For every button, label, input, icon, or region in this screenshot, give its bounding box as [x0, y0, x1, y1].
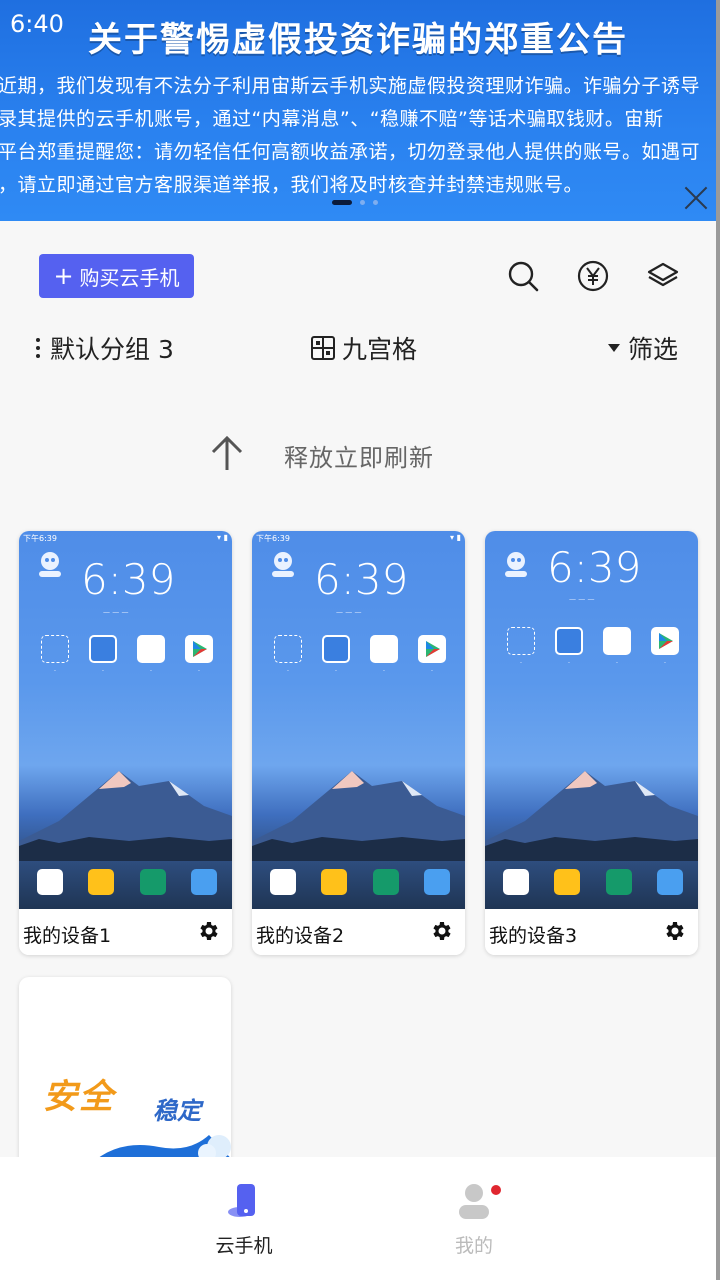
- banner-line: 近期，我们发现有不法分子利用宙斯云手机实施虚假投资理财诈骗。诈骗分子诱导: [0, 75, 701, 97]
- app-add-icon: ·: [501, 627, 541, 667]
- device-screenshot[interactable]: 下午6:39 ▾ ▮ 6:39 — — — · · · ·: [252, 531, 465, 909]
- app-transfer-icon: ·: [364, 635, 404, 675]
- gear-icon[interactable]: [662, 919, 686, 943]
- caret-down-icon: [607, 344, 620, 352]
- person-icon: [459, 1184, 489, 1219]
- app-add-icon: ·: [268, 635, 308, 675]
- device-name: 我的设备2: [256, 925, 345, 947]
- device-name: 我的设备3: [489, 925, 578, 947]
- device-dock: [37, 869, 217, 895]
- mountain-wallpaper: [19, 771, 232, 861]
- arrow-up-icon: [211, 435, 243, 470]
- app-store-icon: ·: [316, 635, 356, 675]
- filter-button[interactable]: 筛选: [607, 330, 678, 366]
- grid-label: 九宫格: [342, 335, 418, 364]
- robot-icon: [505, 552, 527, 577]
- mini-status-icons: ▾ ▮: [450, 533, 461, 542]
- device-apps: · · · ·: [501, 627, 685, 667]
- buy-button-label: 购买云手机: [79, 265, 180, 290]
- device-apps: · · · ·: [268, 635, 452, 675]
- close-icon[interactable]: [680, 182, 712, 214]
- carousel-dot: [373, 200, 378, 205]
- yuan-icon[interactable]: [576, 259, 610, 293]
- mini-status-time: 下午6:39: [23, 534, 57, 543]
- app-store-icon: ·: [549, 627, 589, 667]
- grid-icon: [311, 336, 335, 360]
- banner-body: 近期，我们发现有不法分子利用宙斯云手机实施虚假投资理财诈骗。诈骗分子诱导 录其提…: [0, 70, 716, 202]
- device-apps: · · · ·: [35, 635, 219, 675]
- device-dock: [270, 869, 450, 895]
- device-screenshot[interactable]: 下午6:39 ▾ ▮ 6:39 — — — · · · ·: [19, 531, 232, 909]
- device-clock: 6:39: [81, 555, 176, 604]
- banner-title: 关于警惕虚假投资诈骗的郑重公告: [88, 20, 628, 60]
- layers-icon[interactable]: [646, 259, 680, 293]
- robot-icon: [39, 552, 61, 577]
- mountain-wallpaper: [252, 771, 465, 861]
- more-vert-icon: [36, 338, 40, 358]
- carousel-dot-active: [332, 200, 352, 205]
- filter-row: 默认分组 3 九宫格 筛选: [0, 330, 716, 370]
- filter-label: 筛选: [627, 335, 678, 364]
- promo-card[interactable]: 安全 稳定: [19, 977, 231, 1177]
- device-name: 我的设备1: [23, 925, 112, 947]
- search-icon[interactable]: [506, 259, 540, 293]
- mini-status-icons: ▾ ▮: [217, 533, 228, 542]
- buy-cloud-phone-button[interactable]: + 购买云手机: [39, 254, 194, 298]
- gear-icon[interactable]: [429, 919, 453, 943]
- device-date: — — —: [336, 608, 362, 616]
- device-card[interactable]: 6:39 — — — · · · · 我的设备3: [485, 531, 698, 955]
- nav-mine[interactable]: 我的: [414, 1181, 534, 1258]
- device-card[interactable]: 下午6:39 ▾ ▮ 6:39 — — — · · · · 我的设备2: [252, 531, 465, 955]
- pull-refresh-indicator: 释放立即刷新: [0, 432, 716, 476]
- bottom-nav: 云手机 我的: [0, 1157, 716, 1280]
- notification-badge: [491, 1185, 501, 1195]
- device-dock: [503, 869, 683, 895]
- group-selector[interactable]: 默认分组 3: [36, 330, 174, 366]
- phone-icon: [228, 1184, 255, 1217]
- play-store-icon: ·: [412, 635, 452, 675]
- promo-text-safe: 安全: [43, 1077, 115, 1117]
- carousel-indicator: [332, 200, 378, 205]
- device-screenshot[interactable]: 6:39 — — — · · · ·: [485, 531, 698, 909]
- device-clock: 6:39: [314, 555, 409, 604]
- app-transfer-icon: ·: [597, 627, 637, 667]
- banner-line: 录其提供的云手机账号，通过“内幕消息”、“稳赚不赔”等话术骗取钱财。宙斯: [0, 108, 664, 130]
- device-clock: 6:39: [547, 543, 642, 592]
- device-card-footer: 我的设备1: [19, 909, 232, 955]
- banner-line: ，请立即通过官方客服渠道举报，我们将及时核查并封禁违规账号。: [0, 174, 584, 196]
- play-store-icon: ·: [179, 635, 219, 675]
- refresh-text: 释放立即刷新: [284, 444, 434, 472]
- app-store-icon: ·: [83, 635, 123, 675]
- nav-label: 我的: [454, 1235, 493, 1257]
- device-card[interactable]: 下午6:39 ▾ ▮ 6:39 — — — · · · · 我的设备1: [19, 531, 232, 955]
- app-add-icon: ·: [35, 635, 75, 675]
- mini-status-time: 下午6:39: [256, 534, 290, 543]
- group-label: 默认分组 3: [50, 335, 174, 364]
- banner-line: 平台郑重提醒您：请勿轻信任何高额收益承诺，切勿登录他人提供的账号。如遇可: [0, 141, 701, 163]
- grid-view-toggle[interactable]: 九宫格: [310, 330, 417, 366]
- device-card-footer: 我的设备3: [485, 909, 698, 955]
- promo-text-stable: 稳定: [153, 1097, 201, 1125]
- plus-icon: +: [53, 262, 74, 290]
- gear-icon[interactable]: [196, 919, 220, 943]
- mountain-wallpaper: [485, 771, 698, 861]
- robot-icon: [272, 552, 294, 577]
- play-store-icon: ·: [645, 627, 685, 667]
- device-card-footer: 我的设备2: [252, 909, 465, 955]
- app-transfer-icon: ·: [131, 635, 171, 675]
- scroll-edge: [716, 0, 720, 1280]
- announcement-banner[interactable]: 6:40 关于警惕虚假投资诈骗的郑重公告 近期，我们发现有不法分子利用宙斯云手机…: [0, 0, 716, 221]
- device-date: — — —: [103, 608, 129, 616]
- device-date: — — —: [569, 595, 595, 603]
- carousel-dot: [360, 200, 365, 205]
- nav-label: 云手机: [215, 1235, 273, 1257]
- nav-cloud-phone[interactable]: 云手机: [184, 1181, 304, 1258]
